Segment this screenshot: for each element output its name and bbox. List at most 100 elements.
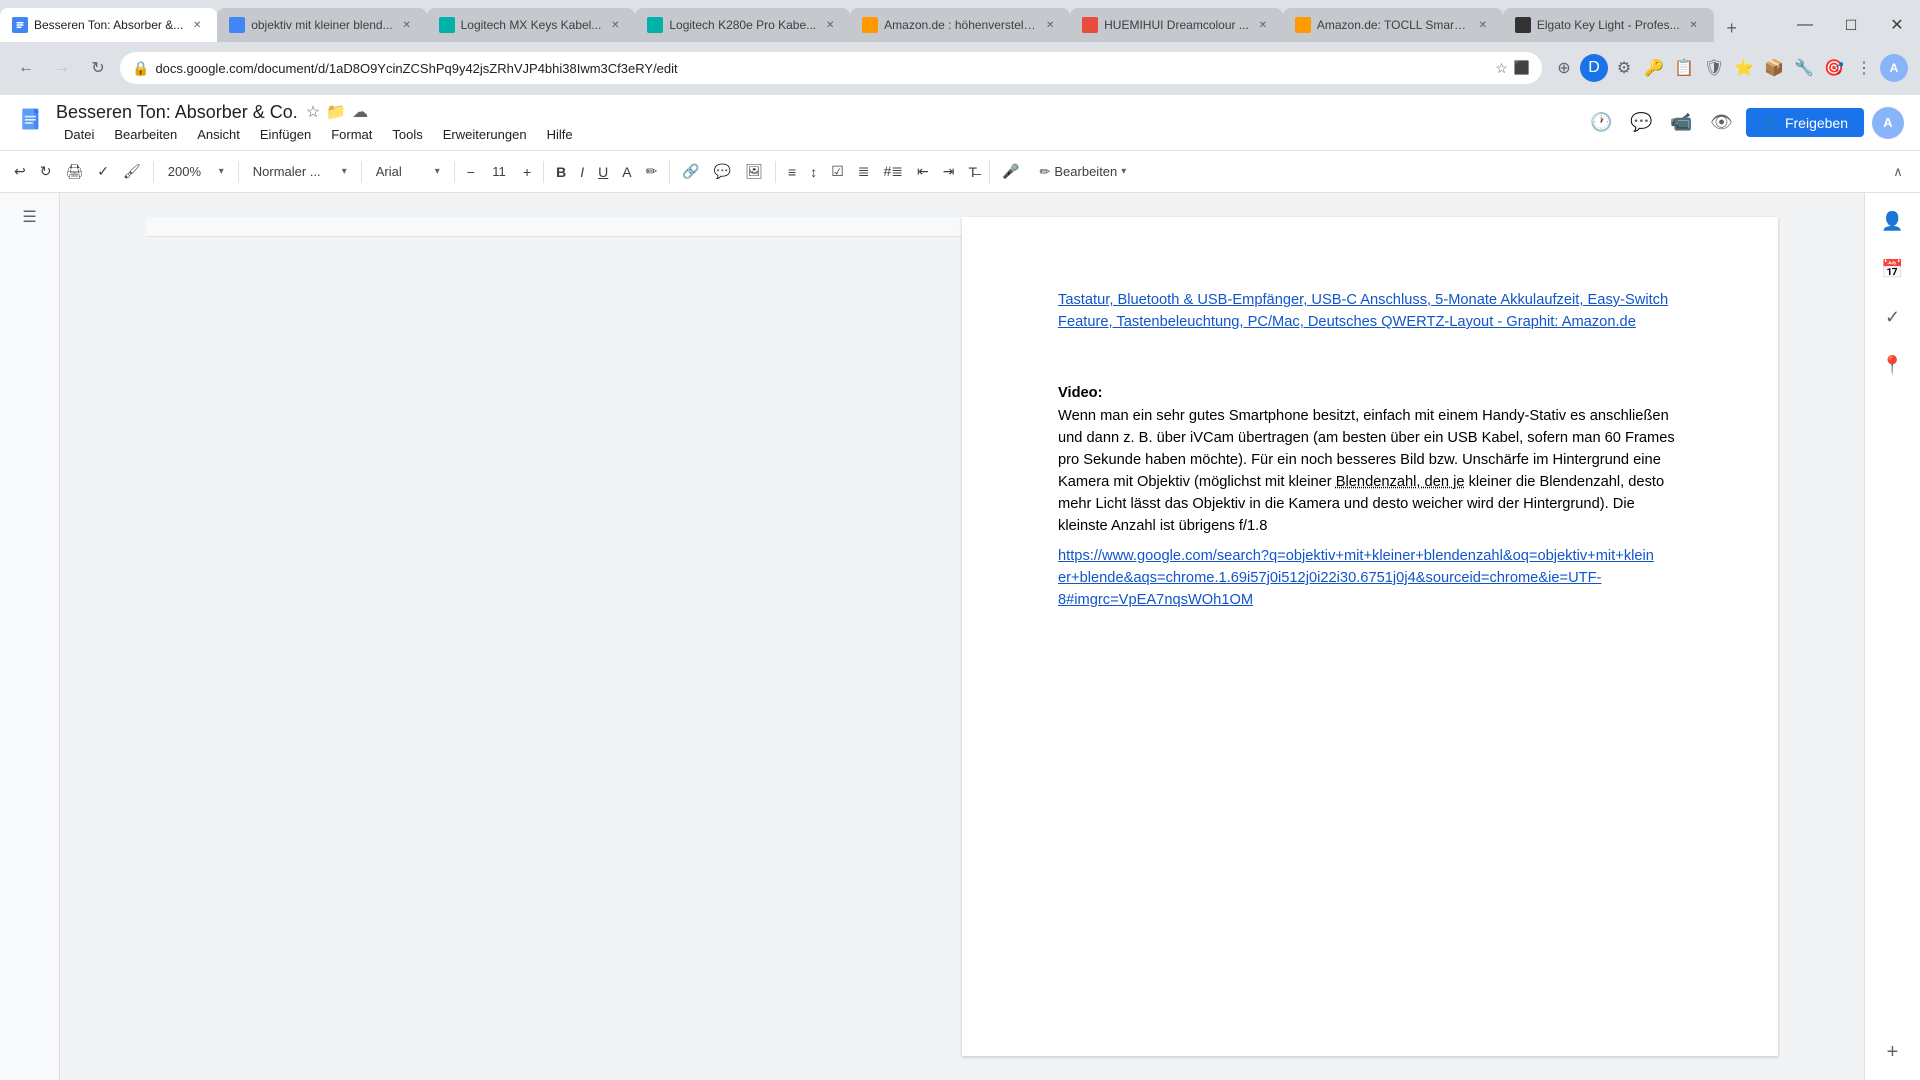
bookmark-icon[interactable]: ⬛ <box>1514 60 1530 76</box>
ext-icon-3[interactable]: ⚙ <box>1610 54 1638 82</box>
last-edit-icon[interactable]: 🕐 <box>1586 107 1618 139</box>
comment-button[interactable]: 💬 <box>708 158 737 186</box>
increase-indent-button[interactable]: ⇥ <box>937 158 961 186</box>
ext-icon-7[interactable]: ⭐ <box>1730 54 1758 82</box>
tab-close-3[interactable]: ✕ <box>607 17 623 33</box>
bullet-list-button[interactable]: ≣ <box>852 158 876 186</box>
zoom-dropdown[interactable]: 200% ▾ <box>160 158 232 186</box>
line-spacing-button[interactable]: ↕ <box>804 158 823 186</box>
docs-logo <box>16 107 48 139</box>
underline-button[interactable]: U <box>592 158 614 186</box>
docs-sidebar-right: 👤 📅 ✓ 📍 + <box>1864 193 1920 1080</box>
forward-button[interactable]: → <box>48 54 76 82</box>
menu-erweiterungen[interactable]: Erweiterungen <box>435 125 535 144</box>
amazon-link[interactable]: Tastatur, Bluetooth & USB-Empfänger, USB… <box>1058 292 1668 330</box>
browser-profile-avatar[interactable]: A <box>1880 54 1908 82</box>
menu-bearbeiten[interactable]: Bearbeiten <box>106 125 185 144</box>
ext-icon-9[interactable]: 🔧 <box>1790 54 1818 82</box>
sidebar-right-icon-3[interactable]: ✓ <box>1877 301 1909 333</box>
tab-close-8[interactable]: ✕ <box>1686 17 1702 33</box>
toolbar-collapse-button[interactable]: ∧ <box>1884 158 1912 186</box>
menu-datei[interactable]: Datei <box>56 125 102 144</box>
list-check-button[interactable]: ☑ <box>825 158 850 186</box>
ext-icon-6[interactable]: 🛡 <box>1700 54 1728 82</box>
ext-icon-5[interactable]: 📋 <box>1670 54 1698 82</box>
tab-docs[interactable]: Besseren Ton: Absorber &... ✕ <box>0 8 217 42</box>
star-title-icon[interactable]: ☆ <box>306 102 320 122</box>
paint-format-button[interactable]: 🖌 <box>117 158 147 186</box>
tab-logitech-k280[interactable]: Logitech K280e Pro Kabe... ✕ <box>635 8 850 42</box>
close-button[interactable]: ✕ <box>1874 8 1920 42</box>
ordered-list-button[interactable]: #≣ <box>877 158 909 186</box>
share-button-label: Freigeben <box>1785 115 1848 131</box>
cloud-icon[interactable]: ☁ <box>352 102 368 122</box>
ext-icon-1[interactable]: ⊕ <box>1550 54 1578 82</box>
new-tab-button[interactable]: + <box>1718 14 1746 42</box>
decrease-indent-button[interactable]: ⇤ <box>911 158 935 186</box>
font-dropdown[interactable]: Arial ▾ <box>368 158 448 186</box>
share-button[interactable]: 👤 Freigeben <box>1746 108 1864 137</box>
undo-button[interactable]: ↩ <box>8 158 32 186</box>
outline-toggle-button[interactable]: ☰ <box>14 201 46 233</box>
tab-objektiv[interactable]: objektiv mit kleiner blend... ✕ <box>217 8 426 42</box>
tab-close-4[interactable]: ✕ <box>822 17 838 33</box>
menu-einfuegen[interactable]: Einfügen <box>252 125 319 144</box>
tab-huemihui[interactable]: HUEMIHUI Dreamcolour ... ✕ <box>1070 8 1283 42</box>
docs-content-area[interactable]: Tastatur, Bluetooth & USB-Empfänger, USB… <box>60 193 1864 1080</box>
refresh-button[interactable]: ↻ <box>84 54 112 82</box>
redo-button[interactable]: ↻ <box>34 158 58 186</box>
italic-button[interactable]: I <box>574 158 590 186</box>
sidebar-right-icon-4[interactable]: 📍 <box>1877 349 1909 381</box>
minimize-button[interactable]: — <box>1782 8 1828 42</box>
bold-button[interactable]: B <box>550 158 572 186</box>
tab-close-6[interactable]: ✕ <box>1255 17 1271 33</box>
star-icon[interactable]: ☆ <box>1495 60 1508 77</box>
tab-amazon-tocll[interactable]: Amazon.de: TOCLL Smart ... ✕ <box>1283 8 1503 42</box>
tab-favicon-docs <box>12 17 28 33</box>
maximize-button[interactable]: ☐ <box>1828 8 1874 42</box>
toolbar-separator-7 <box>775 161 776 183</box>
ext-icon-4[interactable]: 🔑 <box>1640 54 1668 82</box>
view-mode-icon[interactable]: 👁 <box>1706 107 1738 139</box>
font-size-increase[interactable]: + <box>517 158 537 186</box>
tab-close-5[interactable]: ✕ <box>1042 17 1058 33</box>
font-size-input[interactable]: 11 <box>483 158 515 186</box>
sidebar-right-icon-1[interactable]: 👤 <box>1877 205 1909 237</box>
browser-chrome: Besseren Ton: Absorber &... ✕ objektiv m… <box>0 0 1920 95</box>
print-button[interactable]: 🖨 <box>59 158 89 186</box>
font-size-decrease[interactable]: − <box>461 158 481 186</box>
align-button[interactable]: ≡ <box>782 158 802 186</box>
text-color-button[interactable]: A <box>616 158 637 186</box>
menu-format[interactable]: Format <box>323 125 380 144</box>
menu-tools[interactable]: Tools <box>384 125 430 144</box>
ext-icon-10[interactable]: 🎯 <box>1820 54 1848 82</box>
ext-icon-8[interactable]: 📦 <box>1760 54 1788 82</box>
sidebar-right-add-button[interactable]: + <box>1877 1036 1909 1068</box>
address-bar[interactable]: 🔒 docs.google.com/document/d/1aD8O9YcinZ… <box>120 52 1542 84</box>
comments-icon[interactable]: 💬 <box>1626 107 1658 139</box>
image-button[interactable]: 🖼 <box>739 158 769 186</box>
google-search-link[interactable]: https://www.google.com/search?q=objektiv… <box>1058 548 1654 608</box>
tab-logitech-mx[interactable]: Logitech MX Keys Kabel... ✕ <box>427 8 636 42</box>
voice-input-button[interactable]: 🎤 <box>996 158 1025 186</box>
spellcheck-button[interactable]: ✓ <box>91 158 115 186</box>
user-avatar[interactable]: A <box>1872 107 1904 139</box>
style-dropdown[interactable]: Normaler ... ▾ <box>245 158 355 186</box>
tab-amazon-hoehen[interactable]: Amazon.de : höhenverstell... ✕ <box>850 8 1070 42</box>
highlight-button[interactable]: ✏ <box>640 158 664 186</box>
folder-icon[interactable]: 📁 <box>326 102 346 122</box>
tab-elgato[interactable]: Elgato Key Light - Profes... ✕ <box>1503 8 1714 42</box>
tab-close-7[interactable]: ✕ <box>1475 17 1491 33</box>
ext-icon-11[interactable]: ⋮ <box>1850 54 1878 82</box>
link-button[interactable]: 🔗 <box>676 158 705 186</box>
edit-mode-dropdown[interactable]: ✏ Bearbeiten ▾ <box>1031 162 1134 182</box>
tab-close-docs[interactable]: ✕ <box>189 17 205 33</box>
menu-ansicht[interactable]: Ansicht <box>189 125 248 144</box>
tab-close-2[interactable]: ✕ <box>399 17 415 33</box>
clear-format-button[interactable]: T̶ <box>962 158 983 186</box>
sidebar-right-icon-2[interactable]: 📅 <box>1877 253 1909 285</box>
menu-hilfe[interactable]: Hilfe <box>539 125 581 144</box>
meet-icon[interactable]: 📹 <box>1666 107 1698 139</box>
back-button[interactable]: ← <box>12 54 40 82</box>
ext-icon-2[interactable]: D <box>1580 54 1608 82</box>
